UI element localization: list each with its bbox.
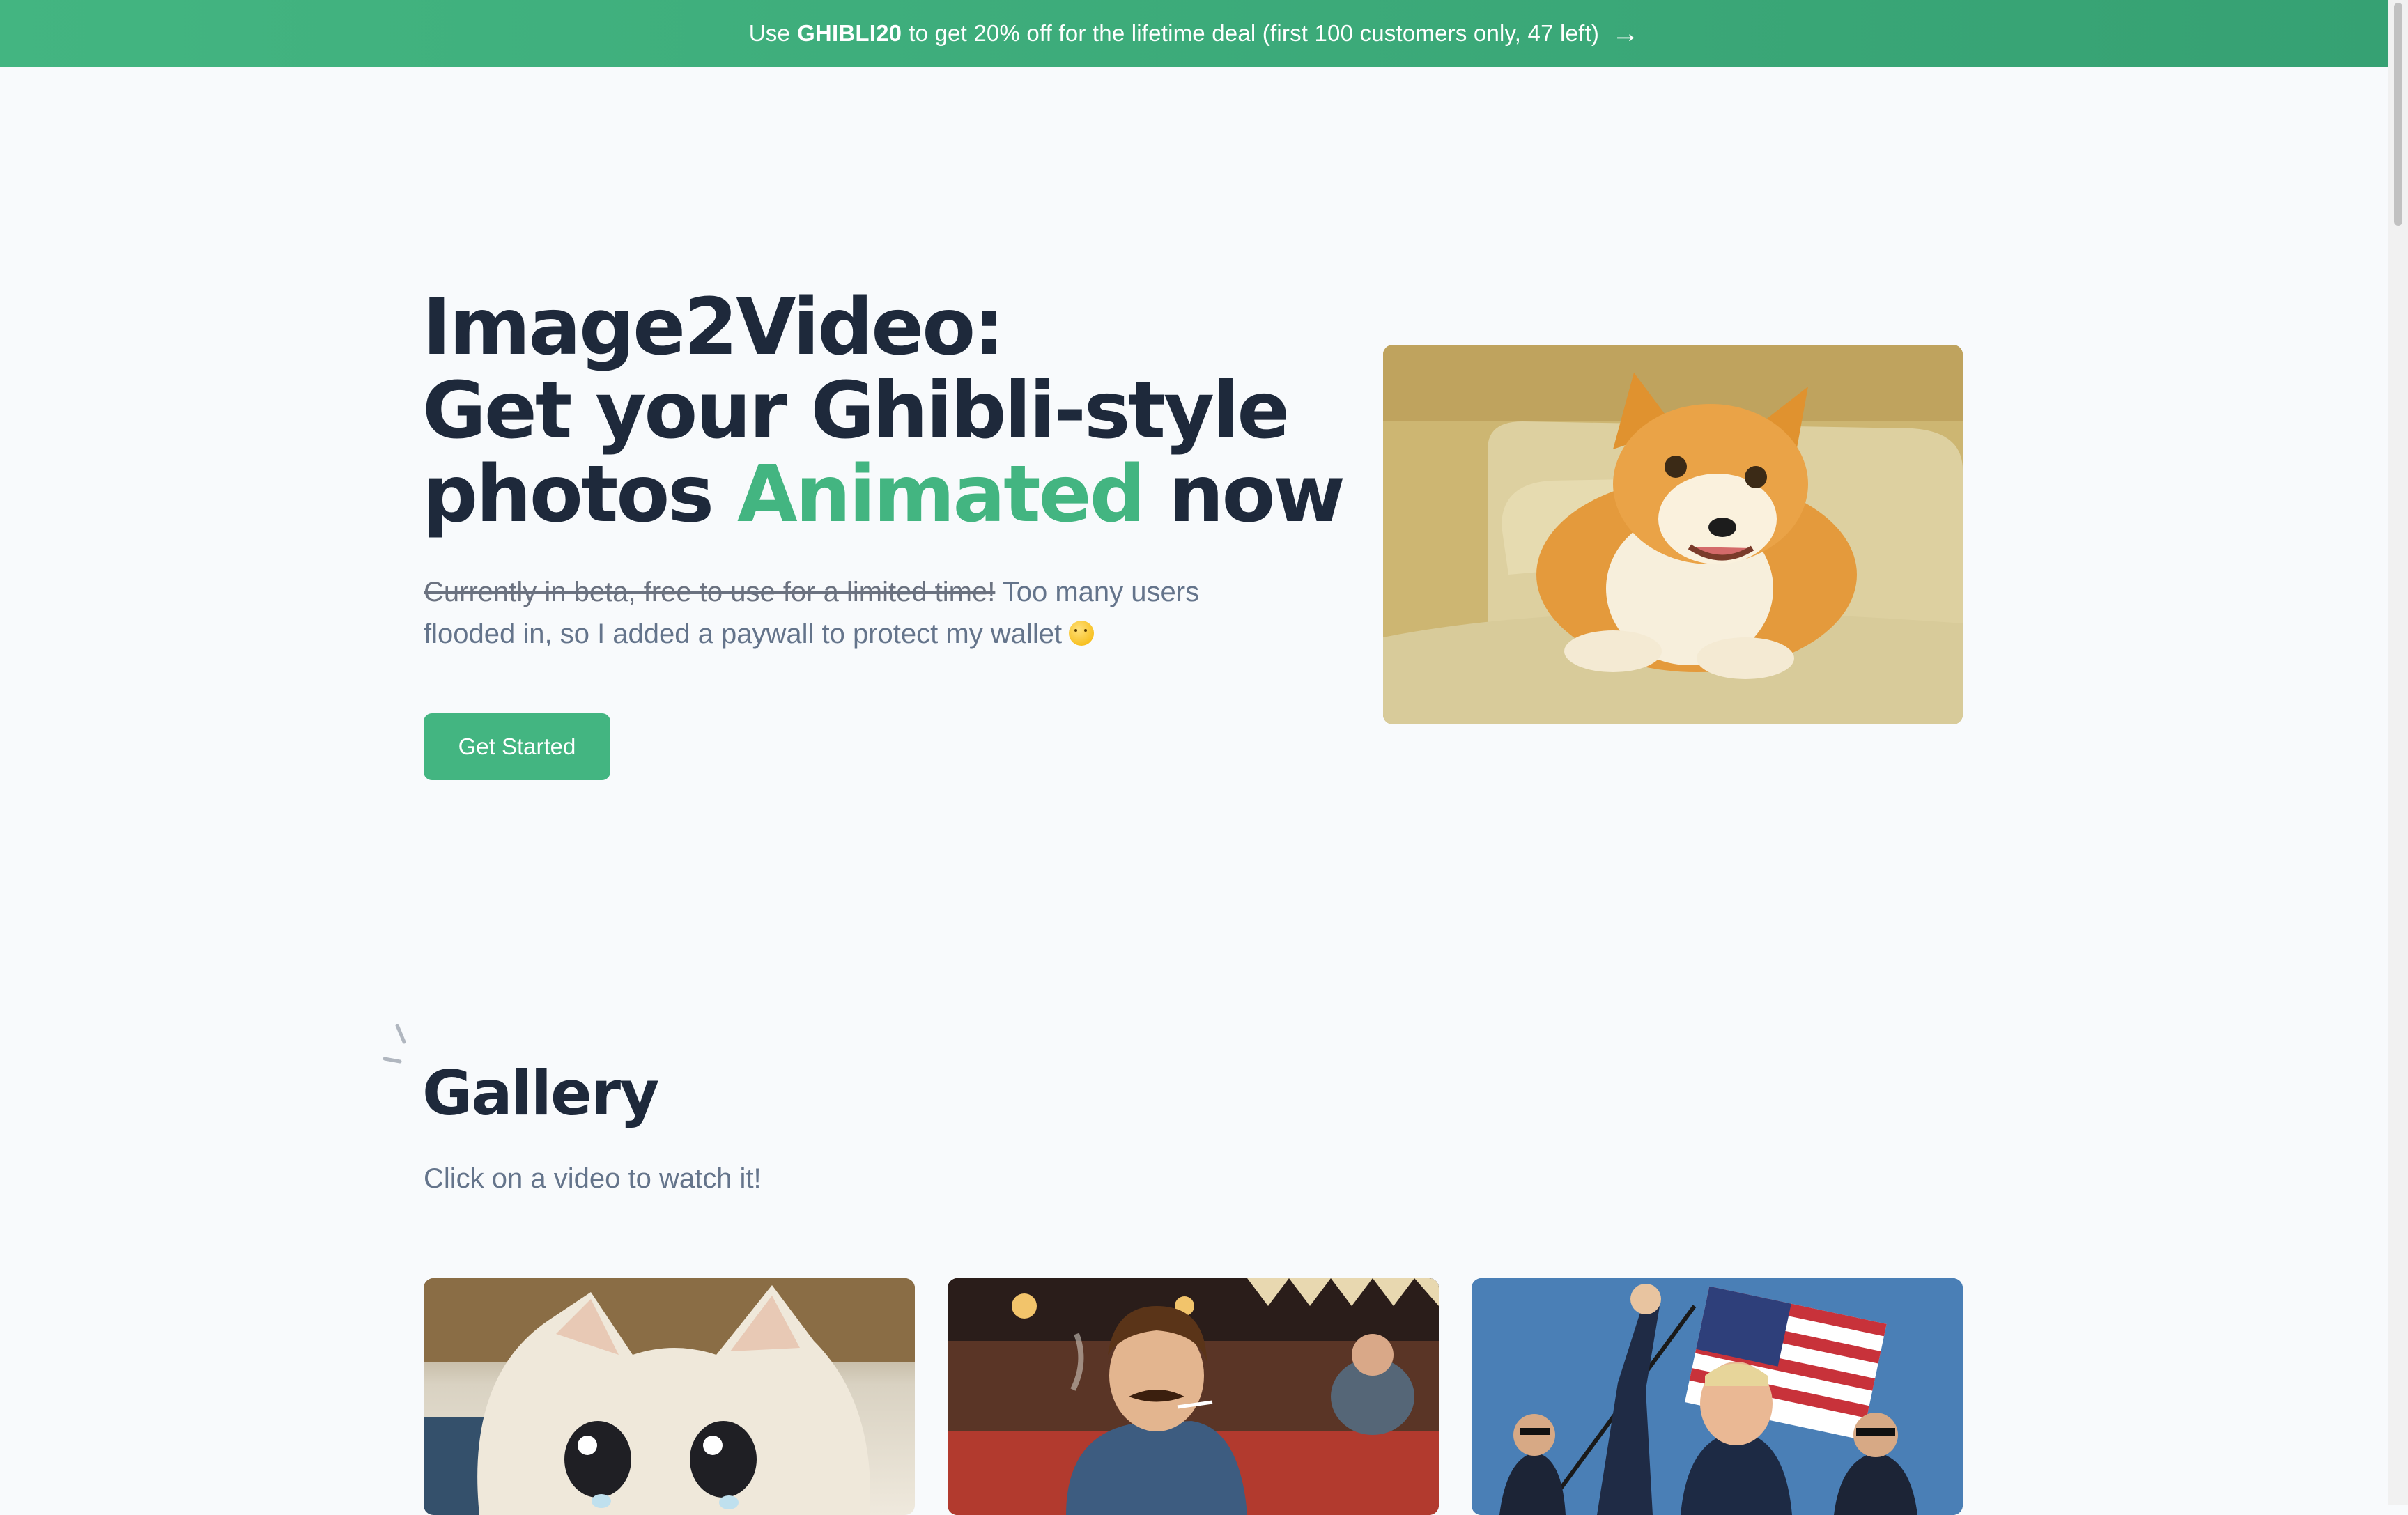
hero-title-word-photos: photos [422, 449, 714, 540]
page-scrollbar[interactable] [2388, 0, 2408, 1505]
crying-face-emoji-icon [1069, 621, 1095, 646]
hero-title: Image2Video: Get your Ghibli-style photo… [422, 282, 1345, 536]
sparkle-decoration-icon [383, 1024, 406, 1064]
promo-prefix: Use [748, 20, 791, 46]
struck-beta-notice: Currently in beta, free to use for a lim… [424, 577, 996, 607]
get-started-button[interactable]: Get Started [424, 713, 610, 780]
landing-page: Use GHIBLI20 to get 20% off for the life… [0, 0, 2408, 1515]
hero-title-line-1: Image2Video: [422, 282, 1005, 373]
gallery-video-crying-cat[interactable] [424, 1278, 915, 1515]
arrow-right-icon: → [1612, 18, 1640, 49]
scrollbar-thumb[interactable] [2394, 3, 2402, 226]
promo-banner[interactable]: Use GHIBLI20 to get 20% off for the life… [0, 0, 2388, 67]
gallery-video-flag-crowd[interactable] [1472, 1278, 1963, 1515]
gallery-subtitle: Click on a video to watch it! [424, 1163, 762, 1194]
gallery-title: Gallery [422, 1057, 659, 1129]
hero-title-line-3: photos Animated now [422, 453, 1345, 536]
promo-text: to get 20% off for the lifetime deal (fi… [909, 20, 1600, 46]
gallery-video-diner-man[interactable] [948, 1278, 1439, 1515]
hero-title-line-2: Get your Ghibli-style [422, 366, 1290, 456]
shiba-dog-image [1383, 345, 1963, 724]
hero-subtitle: Currently in beta, free to use for a lim… [424, 571, 1260, 655]
hero-title-word-now: now [1168, 449, 1345, 540]
hero-title-accent: Animated [737, 449, 1145, 540]
promo-code: GHIBLI20 [797, 20, 902, 46]
